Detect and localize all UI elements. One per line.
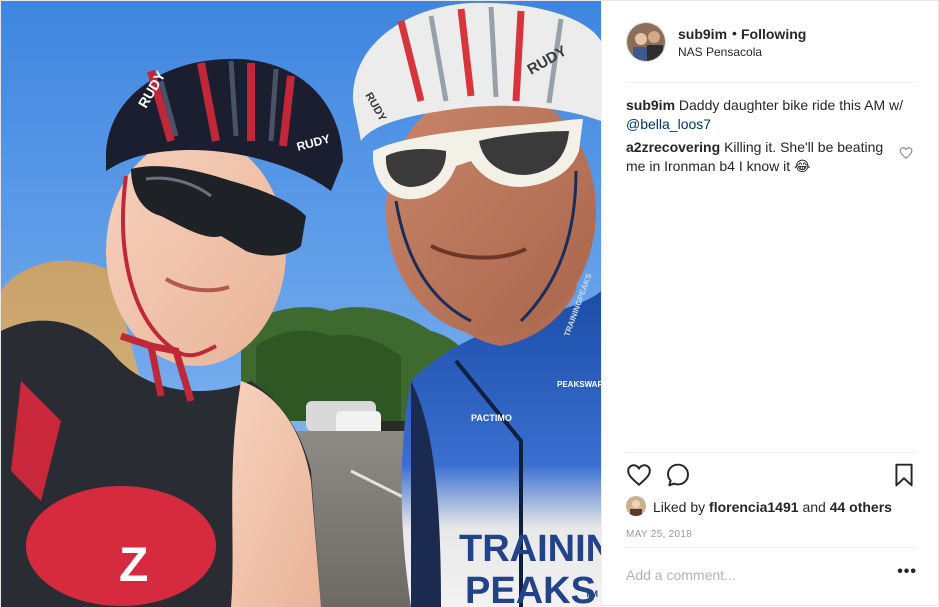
avatar[interactable] xyxy=(626,22,666,62)
jersey-z-logo: Z xyxy=(119,539,148,592)
liker-avatar-image xyxy=(626,496,646,516)
header-username[interactable]: sub9im xyxy=(678,26,727,42)
like-heart-icon[interactable] xyxy=(626,462,652,488)
add-comment-bar: Add a comment... ••• xyxy=(626,563,917,589)
follow-status-button[interactable]: Following xyxy=(741,26,806,42)
post-header: sub9im • Following NAS Pensacola xyxy=(602,1,939,83)
comment-bubble-icon[interactable] xyxy=(665,462,691,488)
likes-user-link[interactable]: florencia1491 xyxy=(709,499,799,515)
avatar-image xyxy=(627,23,665,61)
comment-like-heart-icon[interactable] xyxy=(899,146,913,160)
header-separator: • xyxy=(732,25,737,41)
post-caption: sub9im Daddy daughter bike ride this AM … xyxy=(626,96,906,134)
caption-text: Daddy daughter bike ride this AM w/ xyxy=(678,97,904,113)
jersey-text-line2: PEAKS xyxy=(465,570,596,607)
comment-divider xyxy=(626,547,917,548)
instagram-post: Z RUDY RUDY TRAININ PEAKS TM PACTIMO PEA… xyxy=(0,0,939,607)
jersey-text-line1: TRAININ xyxy=(459,528,601,570)
post-photo[interactable]: Z RUDY RUDY TRAININ PEAKS TM PACTIMO PEA… xyxy=(1,1,601,607)
comment-username[interactable]: a2zrecovering xyxy=(626,139,720,155)
caption-mention[interactable]: @bella_loos7 xyxy=(626,116,711,132)
post-sidebar: sub9im • Following NAS Pensacola sub9im … xyxy=(601,1,939,607)
liker-avatar[interactable] xyxy=(626,496,646,516)
likes-conjunction: and xyxy=(802,499,826,515)
selfie-image: Z RUDY RUDY TRAININ PEAKS TM PACTIMO PEA… xyxy=(1,1,601,607)
jersey-sponsor: PACTIMO xyxy=(471,413,512,423)
action-bar xyxy=(602,456,939,496)
actions-divider xyxy=(626,452,917,453)
comment-item: a2zrecovering Killing it. She'll be beat… xyxy=(626,138,896,176)
header-divider xyxy=(626,82,917,83)
likes-others-link[interactable]: 44 others xyxy=(830,499,892,515)
post-date[interactable]: MAY 25, 2018 xyxy=(626,529,692,540)
likes-text: Liked by florencia1491 and 44 others xyxy=(653,499,892,515)
more-options-icon[interactable]: ••• xyxy=(897,563,917,581)
post-location[interactable]: NAS Pensacola xyxy=(678,45,762,59)
bookmark-save-icon[interactable] xyxy=(891,462,917,488)
jersey-tm: TM xyxy=(585,589,598,599)
likes-prefix: Liked by xyxy=(653,499,706,515)
jersey-sponsor-2: PEAKSWARE xyxy=(557,380,601,389)
add-comment-input[interactable]: Add a comment... xyxy=(626,567,736,583)
caption-username[interactable]: sub9im xyxy=(626,97,675,113)
